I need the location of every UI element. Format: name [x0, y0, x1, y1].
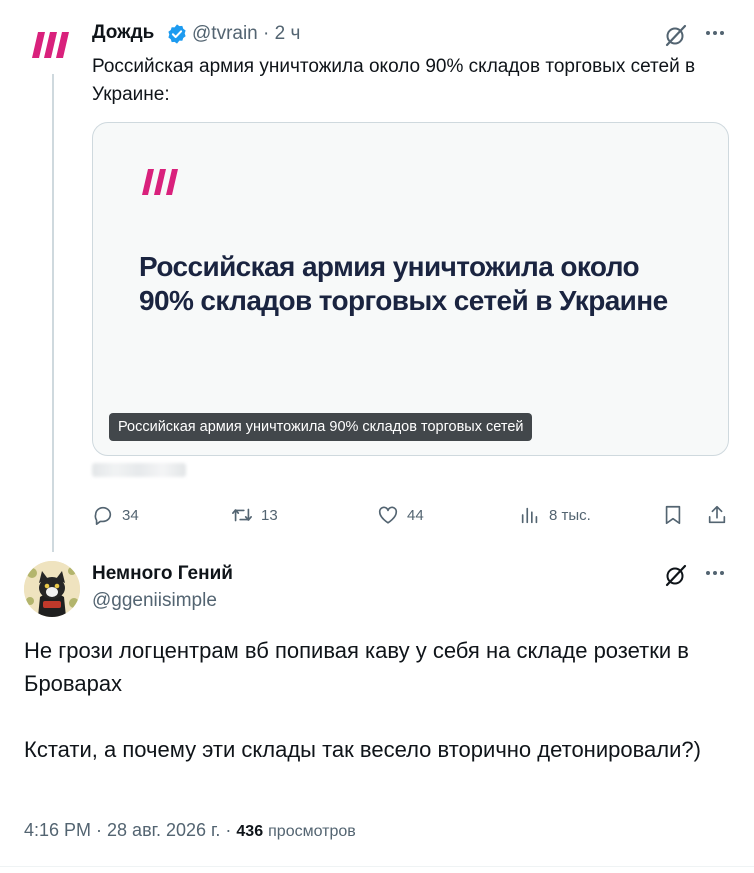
card-caption: Российская армия уничтожила 90% складов …	[109, 413, 533, 441]
retweet-count: 13	[261, 506, 278, 524]
more-options-icon[interactable]	[704, 22, 726, 44]
like-button[interactable]: 44	[377, 503, 424, 527]
reply-handle[interactable]: @ggeniisimple	[92, 590, 217, 612]
heart-icon	[378, 506, 398, 524]
blurred-text-placeholder	[92, 463, 186, 477]
bookmark-icon	[665, 505, 681, 525]
divider	[0, 866, 754, 867]
reply-author-name[interactable]: Немного Гений	[92, 563, 233, 585]
retweet-button[interactable]: 13	[231, 503, 278, 527]
card-headline: Российская армия уничтожила около 90% ск…	[139, 251, 668, 316]
reply-count: 34	[122, 506, 139, 524]
tweet-handle-and-time[interactable]: @tvrain · 2 ч	[192, 23, 300, 45]
share-icon	[708, 505, 726, 524]
reply-meta: 4:16 PM · 28 авг. 2026 г. · 436 просмотр…	[24, 820, 356, 841]
share-button[interactable]	[706, 503, 736, 527]
views-count: 8 тыс.	[549, 506, 591, 524]
bookmark-button[interactable]	[662, 503, 692, 527]
reply-paragraph: Не грози логцентрам вб попивая каву у се…	[24, 638, 689, 696]
verified-badge-icon	[166, 23, 188, 45]
more-options-icon[interactable]	[704, 562, 726, 584]
tweet-media-card[interactable]: Российская армия уничтожила около 90% ск…	[92, 122, 729, 456]
grok-icon[interactable]	[664, 563, 688, 587]
tvrain-avatar-logo[interactable]	[32, 30, 70, 60]
retweet-icon	[232, 508, 252, 522]
reply-icon	[94, 506, 112, 525]
reply-paragraph: Кстати, а почему эти склады так весело в…	[24, 737, 701, 762]
tweet-text: Российская армия уничтожила около 90% ск…	[92, 56, 696, 105]
tweet-author-name[interactable]: Дождь	[92, 22, 154, 44]
views-chart-icon	[521, 507, 538, 524]
reply-views-label: просмотров	[268, 823, 356, 840]
views-button[interactable]: 8 тыс.	[519, 503, 591, 527]
reply-button[interactable]: 34	[92, 503, 139, 527]
avatar[interactable]	[24, 561, 80, 617]
reply-timestamp[interactable]: 4:16 PM · 28 авг. 2026 г. ·	[24, 820, 236, 840]
reply-views-count: 436	[236, 823, 264, 840]
like-count: 44	[407, 506, 424, 524]
thread-connector-line	[52, 74, 54, 552]
tvrain-card-logo	[141, 168, 181, 196]
grok-icon[interactable]	[664, 23, 688, 47]
reply-text: Не грози логцентрам вб попивая каву у се…	[24, 634, 734, 766]
